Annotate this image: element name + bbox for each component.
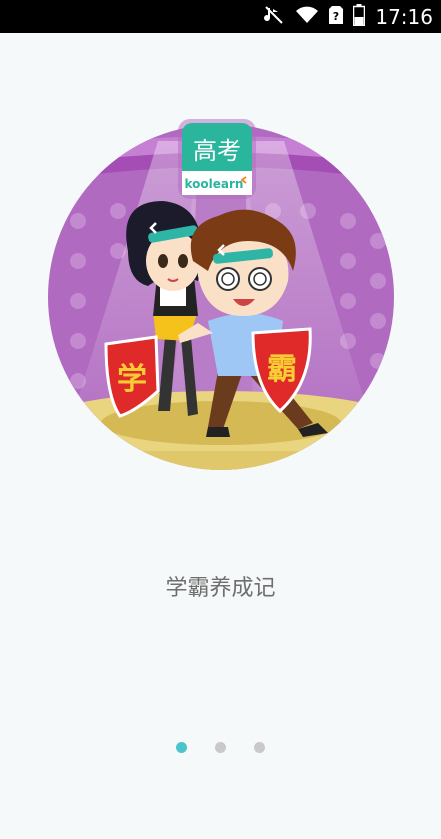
badge-title: 高考: [193, 137, 241, 165]
onboarding-caption: 学霸养成记: [165, 576, 276, 601]
badge-brand: koolearn: [185, 177, 244, 191]
battery-icon: [353, 3, 366, 30]
svg-text:学: 学: [117, 362, 147, 397]
svg-text:?: ?: [333, 10, 339, 23]
page-dot[interactable]: [176, 742, 187, 753]
status-bar: ? 17:16: [0, 0, 441, 33]
app-badge: 高考 koolearn: [178, 119, 256, 199]
svg-text:霸: 霸: [267, 352, 297, 387]
status-icons: ? 17:16: [263, 0, 433, 33]
page-dot[interactable]: [215, 742, 226, 753]
sim-unknown-icon: ?: [329, 5, 344, 29]
status-time: 17:16: [375, 4, 433, 29]
page-indicator: [0, 742, 441, 754]
mute-icon: [263, 4, 285, 30]
onboarding-illustration: 学 霸 高考 koolearn: [48, 111, 394, 479]
wifi-icon: [295, 5, 319, 29]
page-dot[interactable]: [254, 742, 265, 753]
